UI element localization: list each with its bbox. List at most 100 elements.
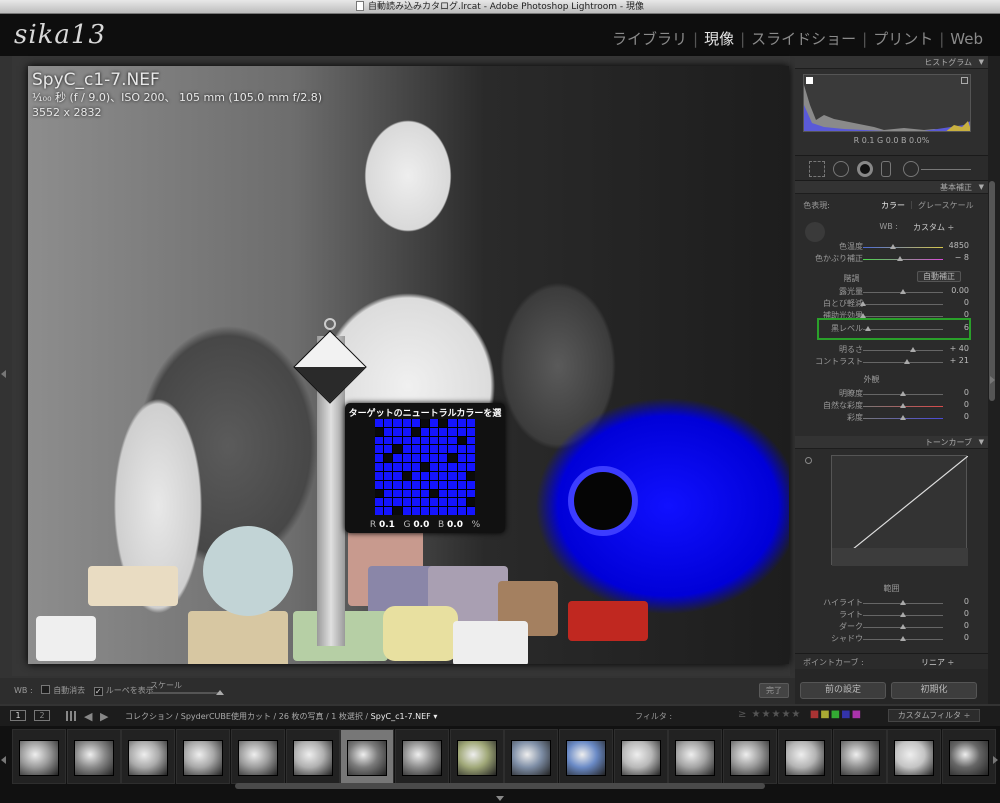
forward-arrow-icon[interactable]: ▶ [100,710,108,723]
scrollbar-thumb[interactable] [989,181,995,401]
wb-preset-select[interactable]: カスタム ÷ [913,222,954,233]
filmstrip-thumbnail[interactable] [832,729,887,784]
treatment-color[interactable]: カラー [881,200,905,211]
highlights-value[interactable]: 0 [964,597,969,606]
reset-button[interactable]: 初期化 [891,682,977,699]
tint-slider[interactable] [863,259,943,260]
filmstrip-scrollbar[interactable] [235,783,765,789]
contrast-slider[interactable] [863,362,943,363]
filmstrip-thumbnail[interactable] [176,729,231,784]
temp-value[interactable]: 4850 [949,241,969,250]
filmstrip-thumbnail[interactable] [723,729,778,784]
left-panel-toggle-icon[interactable] [1,370,6,378]
previous-button[interactable]: 前の設定 [800,682,886,699]
auto-dismiss-checkbox[interactable] [41,685,51,694]
filmstrip-thumbnail[interactable] [340,729,395,784]
shadows-value[interactable]: 0 [964,633,969,642]
contrast-value[interactable]: + 21 [950,356,969,365]
scale-slider-knob[interactable] [216,690,224,695]
clarity-value[interactable]: 0 [964,388,969,397]
histogram-header[interactable]: ヒストグラム [795,56,988,69]
filmstrip-thumbnail[interactable] [887,729,942,784]
vibrance-knob[interactable] [900,403,906,408]
primary-monitor-button[interactable]: 1 [10,710,26,721]
lights-knob[interactable] [900,612,906,617]
exposure-knob[interactable] [900,289,906,294]
highlight-clip-icon[interactable] [961,77,968,84]
filmstrip-thumbnail[interactable] [668,729,723,784]
lights-value[interactable]: 0 [964,609,969,618]
auto-tone-button[interactable]: 自動補正 [917,271,961,282]
contrast-knob[interactable] [904,359,910,364]
breadcrumb-current[interactable]: SpyC_c1-7.NEF ▾ [371,712,438,721]
filmstrip-thumbnail[interactable] [449,729,504,784]
tint-value[interactable]: − 8 [955,253,969,262]
filmstrip-thumbnail[interactable] [394,729,449,784]
scale-slider[interactable] [150,690,224,695]
breadcrumb[interactable]: コレクション / SpyderCUBE使用カット / 26 枚の写真 / 1 枚… [125,711,437,722]
filmstrip-thumbnail[interactable] [285,729,340,784]
point-curve-select[interactable]: リニア ÷ [921,657,954,668]
loupe-pixel [411,480,420,489]
module-slideshow[interactable]: スライドショー [748,30,859,48]
saturation-knob[interactable] [900,415,906,420]
module-web[interactable]: Web [947,30,986,48]
brightness-knob[interactable] [909,347,916,352]
custom-filter-select[interactable]: カスタムフィルタ ÷ [888,709,980,722]
loupe-pixel [448,498,457,507]
filmstrip-thumbnail[interactable] [121,729,176,784]
recovery-value[interactable]: 0 [964,298,969,307]
bottom-panel-toggle-icon[interactable] [496,796,504,801]
temp-knob[interactable] [890,244,897,249]
recovery-slider[interactable] [863,304,943,305]
highlights-knob[interactable] [900,600,906,605]
photo-preview[interactable] [28,66,789,664]
basic-header[interactable]: 基本補正 [795,181,988,194]
adjustment-brush-icon[interactable] [903,161,919,177]
darks-knob[interactable] [900,624,906,629]
brightness-slider[interactable] [863,350,943,351]
redeye-icon[interactable] [857,161,873,177]
graduated-filter-icon[interactable] [881,161,891,177]
filmstrip-thumbnail[interactable] [66,729,121,784]
filmstrip-thumbnail[interactable] [559,729,613,784]
tint-knob[interactable] [896,256,903,261]
shadows-knob[interactable] [900,636,906,641]
done-button[interactable]: 完了 [759,683,789,698]
fill-light-slider[interactable] [863,316,943,317]
filmstrip-thumbnail[interactable] [613,729,668,784]
rating-filter[interactable]: ≥ ★★★★★ ■■■■■ [738,709,862,720]
filmstrip-thumbnail[interactable] [777,729,832,784]
show-loupe-checkbox[interactable]: ✓ [93,687,103,696]
tone-curve-graph[interactable] [831,455,969,567]
filmstrip-thumbnail[interactable] [941,729,996,784]
treatment-grayscale[interactable]: グレースケール [918,200,974,211]
module-develop[interactable]: 現像 [701,30,737,48]
recovery-knob[interactable] [860,301,866,306]
right-panel-scrollbar[interactable] [988,56,1000,704]
filmstrip-left-icon[interactable] [1,756,6,764]
darks-value[interactable]: 0 [964,621,969,630]
module-library[interactable]: ライブラリ [609,30,690,48]
shadow-clip-icon[interactable] [806,77,813,84]
target-adjust-icon[interactable] [805,457,812,464]
right-panel-toggle-icon[interactable] [990,376,995,384]
vibrance-value[interactable]: 0 [964,400,969,409]
module-print[interactable]: プリント [870,30,936,48]
temp-slider[interactable] [863,247,943,248]
grid-view-icon[interactable] [66,711,76,721]
filmstrip-thumbnail[interactable] [12,729,66,784]
saturation-value[interactable]: 0 [964,412,969,421]
tool-slider[interactable] [921,169,971,170]
filmstrip-thumbnail[interactable] [504,729,559,784]
secondary-monitor-button[interactable]: 2 [34,710,50,721]
clarity-knob[interactable] [900,391,906,396]
exposure-value[interactable]: 0.00 [951,286,969,295]
brightness-value[interactable]: + 40 [950,344,969,353]
crop-icon[interactable] [809,161,825,177]
spot-removal-icon[interactable] [833,161,849,177]
back-arrow-icon[interactable]: ◀ [84,710,92,723]
filmstrip-thumbnail[interactable] [230,729,285,784]
filmstrip-right-icon[interactable] [993,756,998,764]
tonecurve-header[interactable]: トーンカーブ [795,436,988,449]
